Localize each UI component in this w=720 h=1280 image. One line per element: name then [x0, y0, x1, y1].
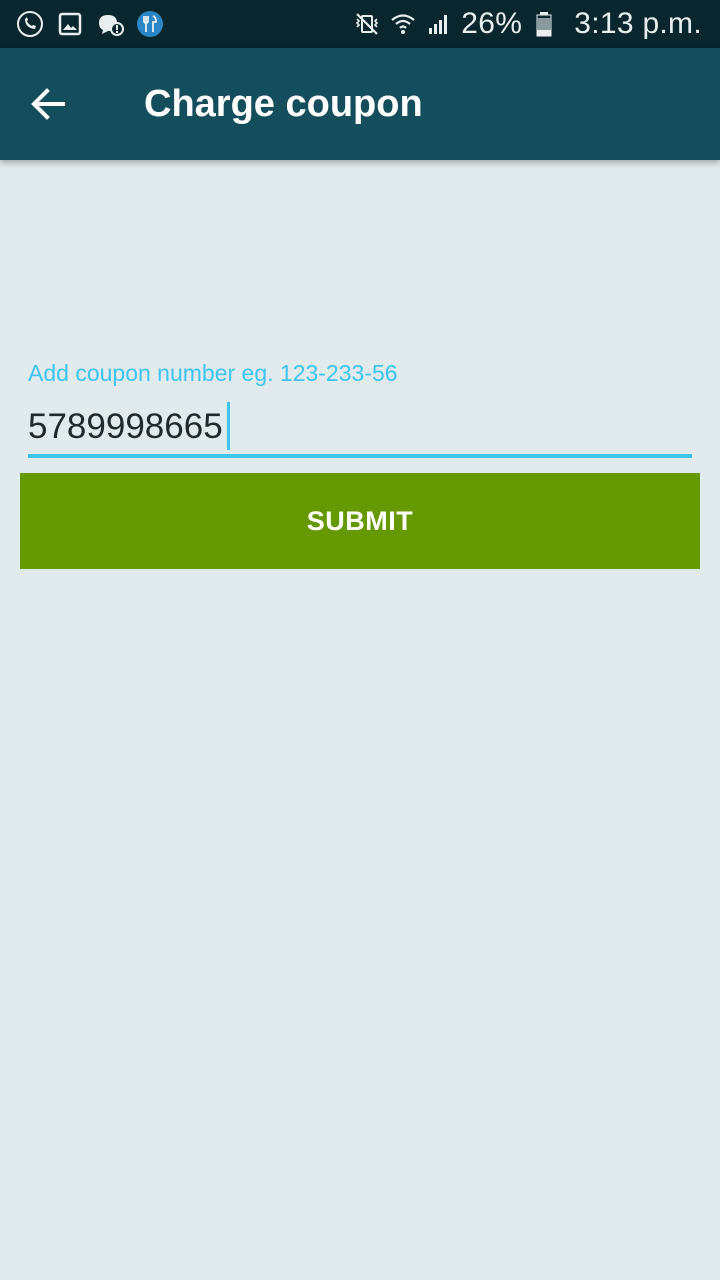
page-title: Charge coupon	[144, 82, 423, 125]
notification-icons	[16, 10, 164, 38]
battery-percent: 26%	[461, 7, 523, 40]
app-bar: Charge coupon	[0, 48, 720, 160]
text-cursor	[227, 402, 230, 450]
coupon-field-label: Add coupon number eg. 123-233-56	[28, 360, 398, 386]
system-icons: 26% 3:13 p.m.	[353, 7, 702, 41]
battery-icon	[530, 10, 558, 38]
restaurant-app-icon	[136, 10, 164, 38]
clock: 3:13 p.m.	[574, 7, 702, 40]
wifi-icon	[389, 10, 417, 38]
signal-icon	[425, 10, 453, 38]
chat-alert-icon	[96, 10, 124, 38]
call-forwarding-icon	[16, 10, 44, 38]
gallery-icon	[56, 10, 84, 38]
mute-vibrate-icon	[353, 10, 381, 38]
coupon-number-input[interactable]	[28, 400, 692, 458]
back-button[interactable]	[20, 76, 76, 132]
submit-button[interactable]: SUBMIT	[20, 473, 700, 569]
arrow-back-icon	[31, 88, 65, 120]
status-bar: 26% 3:13 p.m.	[0, 0, 720, 48]
